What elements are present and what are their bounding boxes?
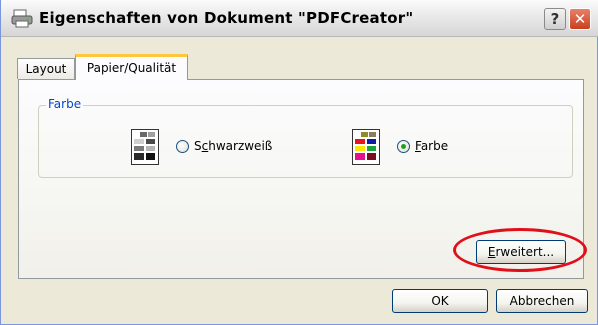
radio-blackwhite[interactable] [176,140,189,153]
color-group-legend: Farbe [46,97,84,111]
window-title: Eigenschaften von Dokument "PDFCreator" [39,9,414,27]
close-button[interactable]: ✕ [569,8,591,30]
help-button[interactable]: ? [544,8,566,30]
advanced-button[interactable]: Erweitert... [476,240,566,264]
title-bar[interactable]: Eigenschaften von Dokument "PDFCreator" … [1,0,598,37]
ok-button[interactable]: OK [392,289,488,313]
printer-icon [11,9,33,28]
tab-layout[interactable]: Layout [17,58,75,79]
properties-dialog: Eigenschaften von Dokument "PDFCreator" … [0,0,598,325]
color-group: Farbe Schwarzweiß Farbe [38,97,573,178]
cancel-button[interactable]: Abbrechen [496,289,588,313]
color-icon [352,129,380,165]
grayscale-icon [131,129,159,165]
radio-color-label[interactable]: Farbe [415,139,448,153]
radio-blackwhite-label[interactable]: Schwarzweiß [194,139,272,153]
tab-paper-quality[interactable]: Papier/Qualität [75,54,188,80]
radio-color[interactable] [397,140,410,153]
